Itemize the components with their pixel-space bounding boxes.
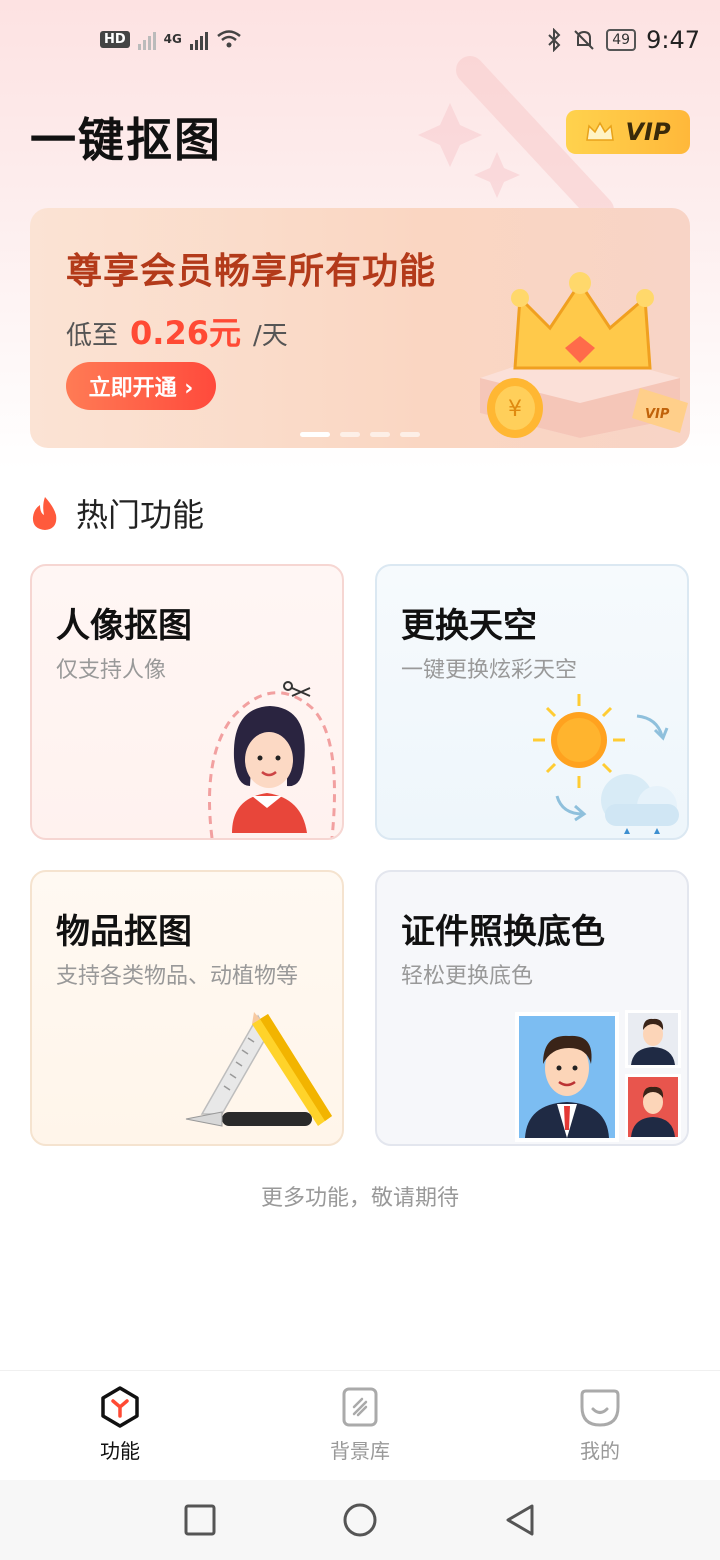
card-title: 证件照换底色 — [401, 912, 605, 952]
home-button[interactable] — [340, 1500, 380, 1540]
carousel-dot[interactable] — [400, 432, 420, 437]
card-title: 物品抠图 — [56, 912, 192, 952]
sun-cloud-illustration — [533, 694, 679, 834]
banner-headline: 尊享会员畅享所有功能 — [66, 251, 437, 292]
card-subtitle: 仅支持人像 — [56, 658, 167, 683]
object-cutout-card[interactable]: 物品抠图 支持各类物品、动植物等 — [30, 870, 344, 1146]
signal-icon-2 — [189, 28, 208, 50]
card-subtitle: 一键更换炫彩天空 — [401, 658, 578, 683]
carousel-dot[interactable] — [300, 432, 330, 437]
tab-background-library[interactable]: 背景库 — [240, 1371, 480, 1480]
carousel-indicator — [300, 432, 420, 437]
tab-profile[interactable]: 我的 — [480, 1371, 720, 1480]
background-library-icon — [342, 1387, 378, 1427]
network-type: 4G — [163, 32, 182, 46]
smile-face-icon — [580, 1389, 620, 1427]
system-navigation-bar — [0, 1480, 720, 1560]
card-subtitle: 支持各类物品、动植物等 — [56, 964, 299, 989]
tab-label: 功能 — [100, 1439, 140, 1463]
bottom-tab-bar: 功能 背景库 我的 — [0, 1370, 720, 1480]
crown-icon — [586, 121, 615, 141]
svg-text:VIP: VIP — [645, 407, 670, 422]
promo-banner[interactable]: 尊享会员畅享所有功能 低至 0.26元 /天 立即开通 › ¥ VIP — [30, 208, 690, 448]
vip-label: VIP — [625, 118, 671, 146]
cube-icon — [101, 1386, 139, 1428]
portrait-cutout-card[interactable]: 人像抠图 仅支持人像 — [30, 564, 344, 840]
card-title: 人像抠图 — [56, 606, 192, 646]
bluetooth-icon — [548, 28, 561, 52]
fire-icon — [32, 497, 57, 530]
card-subtitle: 轻松更换底色 — [401, 964, 534, 989]
recent-apps-button[interactable] — [180, 1500, 220, 1540]
battery-indicator: 49 — [606, 29, 637, 51]
status-bar: HD 4G 49 9:47 — [0, 0, 720, 84]
activate-button[interactable]: 立即开通 › — [66, 362, 216, 410]
carousel-dot[interactable] — [370, 432, 390, 437]
price-prefix: 低至 — [66, 321, 119, 351]
svg-text:¥: ¥ — [508, 397, 522, 422]
tab-label: 背景库 — [330, 1439, 390, 1463]
id-photo-illustration — [515, 1010, 681, 1142]
wifi-icon — [217, 30, 241, 48]
sky-replace-card[interactable]: 更换天空 一键更换炫彩天空 — [375, 564, 689, 840]
signal-icon — [137, 28, 156, 50]
banner-price: 低至 0.26元 /天 — [66, 308, 288, 354]
price-value: 0.26元 — [130, 314, 241, 352]
back-button[interactable] — [500, 1500, 540, 1540]
section-header: 热门功能 — [30, 490, 204, 536]
more-features-note: 更多功能，敬请期待 — [260, 1186, 459, 1211]
clock: 9:47 — [646, 26, 700, 54]
price-suffix: /天 — [252, 321, 288, 351]
vip-button[interactable]: VIP — [566, 110, 690, 154]
hd-badge: HD — [100, 30, 130, 48]
page-title: 一键抠图 — [30, 113, 222, 167]
id-photo-background-card[interactable]: 证件照换底色 轻松更换底色 — [375, 870, 689, 1146]
section-title: 热门功能 — [76, 496, 205, 534]
card-title: 更换天空 — [401, 606, 537, 646]
portrait-illustration — [208, 681, 336, 838]
carousel-dot[interactable] — [340, 432, 360, 437]
pencil-ruler-illustration — [185, 1012, 332, 1127]
mute-bell-icon — [574, 30, 594, 50]
tab-features[interactable]: 功能 — [0, 1371, 240, 1480]
crown-gift-illustration: ¥ VIP — [480, 272, 688, 438]
tab-label: 我的 — [580, 1439, 620, 1463]
